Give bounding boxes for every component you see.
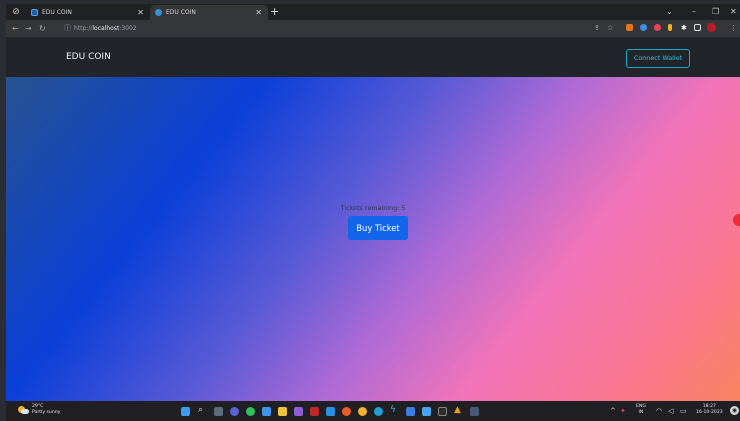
new-tab-button[interactable]: +	[270, 5, 279, 19]
tab-favicon-icon	[155, 9, 162, 16]
star-icon[interactable]: ☆	[607, 21, 613, 36]
browser-toolbar: ← → ↻ ⓘ http://localhost:3002 ⇪ ☆ ✱ ⋮	[6, 20, 740, 37]
close-window-icon[interactable]: ✕	[730, 5, 737, 19]
reload-icon[interactable]: ↻	[39, 21, 46, 36]
tab-title: EDU COIN	[166, 9, 196, 16]
extension-icon-red[interactable]	[654, 24, 661, 31]
browser-window: ⊘ EDU COIN ✕ EDU COIN ✕ + ⌄ – ❐ ✕ ← → ↻ …	[6, 4, 740, 421]
back-arrow-icon[interactable]: ←	[12, 21, 19, 36]
minimize-icon[interactable]: –	[692, 5, 696, 19]
profile-avatar-icon[interactable]	[707, 23, 716, 32]
brand-logo-text[interactable]: EDU COIN	[66, 37, 111, 77]
site-info-icon[interactable]: ⓘ	[64, 22, 71, 35]
tickets-remaining-text: Tickets remaining: 5	[340, 204, 406, 212]
store-icon[interactable]	[262, 407, 271, 416]
vscode-icon[interactable]	[326, 407, 335, 416]
tab-edu-coin-2-active[interactable]: EDU COIN ✕	[150, 5, 268, 20]
mongodb-compass-icon[interactable]	[310, 407, 319, 416]
puzzle-icon[interactable]: ✱	[681, 21, 687, 36]
connect-wallet-button[interactable]: Connect Wallet	[626, 49, 690, 68]
extension-icon-blue[interactable]	[640, 24, 647, 31]
clock-date: 16-10-2023	[696, 410, 723, 415]
tab-list-chevron-icon[interactable]: ⌄	[666, 5, 673, 19]
sidebar-icon[interactable]	[694, 24, 701, 31]
terminal-icon[interactable]	[438, 407, 447, 416]
fox-extension-icon[interactable]	[626, 24, 633, 31]
web-page: EDU COIN Connect Wallet Tickets remainin…	[6, 37, 740, 401]
forward-arrow-icon[interactable]: →	[25, 21, 32, 36]
tab-close-icon[interactable]: ✕	[137, 5, 144, 20]
vlc-icon[interactable]: ▲	[454, 406, 463, 415]
extension-icon-yellow[interactable]	[668, 24, 672, 31]
tab-favicon-icon	[31, 9, 38, 16]
task-view-icon[interactable]	[214, 407, 223, 416]
tab-close-icon[interactable]: ✕	[255, 5, 262, 20]
clock[interactable]: 18:27 16-10-2023	[696, 404, 723, 416]
bolt-app-icon[interactable]: ϟ	[390, 406, 399, 415]
address-bar[interactable]: ⓘ http://localhost:3002	[60, 22, 590, 35]
teams-chat-icon[interactable]	[230, 407, 239, 416]
notification-icon[interactable]: ◉	[730, 406, 739, 415]
file-explorer-icon[interactable]	[278, 407, 287, 416]
tab-strip: ⊘ EDU COIN ✕ EDU COIN ✕ + ⌄ – ❐ ✕	[6, 4, 740, 20]
search-icon[interactable]: ⌕	[198, 406, 207, 415]
tab-title: EDU COIN	[42, 9, 72, 16]
floating-red-dot-icon[interactable]	[733, 214, 740, 226]
calendar-app-icon[interactable]	[406, 407, 415, 416]
restore-icon[interactable]: ❐	[712, 5, 719, 19]
volume-icon[interactable]: ◁	[668, 405, 673, 417]
weather-partly-sunny-icon[interactable]	[18, 406, 29, 415]
tab-search-icon[interactable]: ⊘	[10, 6, 22, 18]
chrome-icon[interactable]	[358, 407, 367, 416]
site-navbar: EDU COIN Connect Wallet	[6, 37, 740, 77]
weather-desc: Partly sunny	[32, 410, 61, 415]
tab-edu-coin-1[interactable]: EDU COIN ✕	[26, 5, 150, 20]
visual-studio-icon[interactable]	[294, 407, 303, 416]
start-windows-icon[interactable]	[181, 407, 190, 416]
hero-gradient-section: Tickets remaining: 5 Buy Ticket	[6, 77, 740, 401]
share-icon[interactable]: ⇪	[594, 21, 600, 36]
menu-dots-icon[interactable]: ⋮	[730, 21, 737, 36]
whatsapp-icon[interactable]	[246, 407, 255, 416]
mail-app-icon[interactable]	[422, 407, 431, 416]
os-taskbar: 29°C Partly sunny ⌕ ϟ ▲ ^ ✦ ENG IN ◠ ◁ ▭…	[6, 401, 740, 421]
address-url: http://localhost:3002	[74, 25, 137, 32]
tray-chevron-icon[interactable]: ^	[610, 405, 616, 417]
brave-browser-icon[interactable]	[342, 407, 351, 416]
tray-app-icon[interactable]: ✦	[620, 405, 626, 417]
wifi-icon[interactable]: ◠	[656, 405, 662, 417]
app-icon-misc[interactable]	[470, 407, 479, 416]
buy-ticket-button[interactable]: Buy Ticket	[348, 216, 408, 240]
language-indicator[interactable]: ENG IN	[636, 404, 646, 416]
edge-icon[interactable]	[374, 407, 383, 416]
battery-icon[interactable]: ▭	[680, 405, 687, 417]
weather-widget[interactable]: 29°C Partly sunny	[32, 404, 60, 416]
